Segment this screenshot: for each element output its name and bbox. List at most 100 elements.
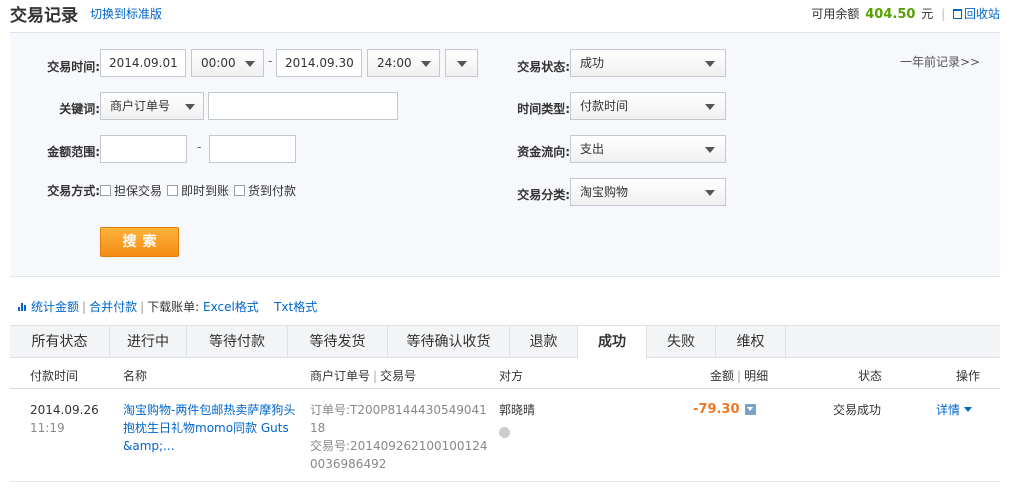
tab-waiting-shipment[interactable]: 等待发货 [288, 326, 388, 358]
method-cod-checkbox[interactable]: 货到付款 [234, 182, 296, 199]
excel-download-link[interactable]: Excel格式 [203, 300, 259, 314]
detail-expand-icon[interactable] [745, 404, 756, 415]
tab-failed[interactable]: 失败 [647, 326, 716, 358]
search-button[interactable]: 搜索 [100, 227, 179, 257]
divider: | [941, 7, 946, 21]
tab-waiting-confirm[interactable]: 等待确认收货 [388, 326, 510, 358]
col-amount-detail: 金额 | 明细 [710, 369, 769, 383]
start-time-value: 00:00 [201, 56, 236, 70]
method-cod-label: 货到付款 [248, 184, 297, 198]
tab-in-progress[interactable]: 进行中 [110, 326, 187, 358]
fund-flow-value: 支出 [580, 142, 605, 156]
table-header: 付款时间 名称 商户订单号 | 交易号 对方 金额 | 明细 状态 操作 [10, 359, 1000, 389]
trash-icon [952, 9, 962, 19]
col-detail: 明细 [744, 369, 769, 383]
checkbox-icon [100, 185, 111, 196]
row-detail-link[interactable]: 详情 [936, 401, 973, 419]
quick-range-select[interactable] [445, 49, 478, 77]
row-order-info: 订单号:T200P814443054904118 交易号:20140926210… [310, 401, 488, 473]
chevron-down-icon [245, 61, 255, 67]
trade-status-value: 成功 [580, 56, 605, 70]
divider: | [82, 300, 87, 314]
balance-label: 可用余额 [811, 7, 860, 21]
chevron-down-icon [421, 61, 431, 67]
chevron-down-icon [964, 407, 973, 412]
row-time: 11:19 [30, 421, 65, 435]
time-type-label: 时间类型: [517, 102, 570, 116]
trade-category-label: 交易分类: [517, 188, 570, 202]
fund-flow-label: 资金流向: [517, 145, 570, 159]
method-instant-checkbox[interactable]: 即时到账 [167, 182, 229, 199]
fund-flow-select[interactable]: 支出 [570, 135, 726, 163]
end-date-input[interactable]: 2014.09.30 [276, 49, 362, 77]
recycle-label: 回收站 [963, 7, 1000, 21]
chevron-down-icon [457, 61, 467, 67]
tab-all[interactable]: 所有状态 [10, 326, 110, 358]
chevron-down-icon [705, 190, 715, 196]
col-amount: 金额 [710, 369, 735, 383]
switch-standard-link[interactable]: 切换到标准版 [90, 5, 162, 22]
time-type-select[interactable]: 付款时间 [570, 92, 726, 120]
keyword-input[interactable] [208, 92, 398, 120]
date-range-dash: - [268, 54, 273, 68]
end-time-select[interactable]: 24:00 [367, 49, 440, 77]
method-escrow-label: 担保交易 [114, 184, 163, 198]
divider: | [140, 300, 145, 314]
chevron-down-icon [705, 61, 715, 67]
trade-status-label: 交易状态: [517, 60, 570, 74]
balance-unit: 元 [921, 7, 934, 21]
keyword-type-select[interactable]: 商户订单号 [100, 92, 204, 120]
txt-download-link[interactable]: Txt格式 [274, 300, 317, 314]
method-instant-label: 即时到账 [181, 184, 230, 198]
method-escrow-checkbox[interactable]: 担保交易 [100, 182, 162, 199]
filter-panel: 交易时间: 2014.09.01 00:00 - 2014.09.30 24:0… [10, 32, 1000, 277]
col-merchant-order: 商户订单号 [310, 369, 371, 383]
amount-max-input[interactable] [209, 135, 296, 163]
action-links-bar: 统计金额 | 合并付款 | 下载账单: Excel格式 Txt格式 [18, 298, 317, 315]
page-header: 交易记录 切换到标准版 可用余额 404.50 元 | 回收站 [0, 0, 1018, 26]
trade-method-label: 交易方式: [47, 184, 100, 198]
chevron-down-icon [705, 147, 715, 153]
amount-range-dash: - [197, 140, 202, 154]
chevron-down-icon [185, 104, 195, 110]
balance-area: 可用余额 404.50 元 | 回收站 [811, 5, 1000, 22]
row-party-name: 郭晓晴 [499, 403, 536, 417]
tab-success[interactable]: 成功 [578, 326, 647, 359]
contact-icon[interactable] [499, 427, 510, 438]
col-status: 状态 [858, 369, 883, 383]
row-date: 2014.09.26 [30, 403, 99, 417]
trade-status-select[interactable]: 成功 [570, 49, 726, 77]
tab-refund[interactable]: 退款 [510, 326, 578, 358]
checkbox-icon [234, 185, 245, 196]
start-time-select[interactable]: 00:00 [191, 49, 264, 77]
row-item-name-link[interactable]: 淘宝购物-两件包邮热卖萨摩狗头抱枕生日礼物momo同款 Guts&amp;... [123, 401, 298, 455]
checkbox-icon [167, 185, 178, 196]
chevron-down-icon [705, 104, 715, 110]
recycle-bin-link[interactable]: 回收站 [952, 7, 1000, 21]
tab-dispute[interactable]: 维权 [716, 326, 786, 358]
row-trade-no: 交易号:2014092621001001240036986492 [310, 439, 488, 471]
amount-range-label: 金额范围: [47, 145, 100, 159]
bar-chart-icon [18, 302, 28, 311]
year-ago-records-link[interactable]: 一年前记录>> [900, 53, 980, 70]
table-row: 2014.09.26 11:19 淘宝购物-两件包邮热卖萨摩狗头抱枕生日礼物mo… [10, 390, 1000, 482]
col-name: 名称 [123, 369, 148, 383]
download-label: 下载账单: [147, 300, 200, 314]
row-order-no: 订单号:T200P814443054904118 [310, 403, 487, 435]
merge-payment-link[interactable]: 合并付款 [89, 300, 137, 314]
balance-amount: 404.50 [865, 7, 916, 22]
col-pay-time: 付款时间 [30, 369, 79, 383]
amount-min-input[interactable] [100, 135, 187, 163]
trade-category-select[interactable]: 淘宝购物 [570, 178, 726, 206]
end-time-value: 24:00 [377, 56, 412, 70]
row-detail-label: 详情 [936, 403, 961, 417]
status-tabs: 所有状态 进行中 等待付款 等待发货 等待确认收货 退款 成功 失败 维权 [10, 325, 1000, 359]
tab-waiting-payment[interactable]: 等待付款 [187, 326, 288, 358]
col-operation: 操作 [956, 369, 981, 383]
col-order-trade: 商户订单号 | 交易号 [310, 369, 417, 383]
page-title: 交易记录 [10, 6, 78, 26]
row-status: 交易成功 [833, 403, 882, 417]
start-date-input[interactable]: 2014.09.01 [100, 49, 186, 77]
col-party: 对方 [499, 369, 524, 383]
stats-amount-link[interactable]: 统计金额 [31, 300, 79, 314]
